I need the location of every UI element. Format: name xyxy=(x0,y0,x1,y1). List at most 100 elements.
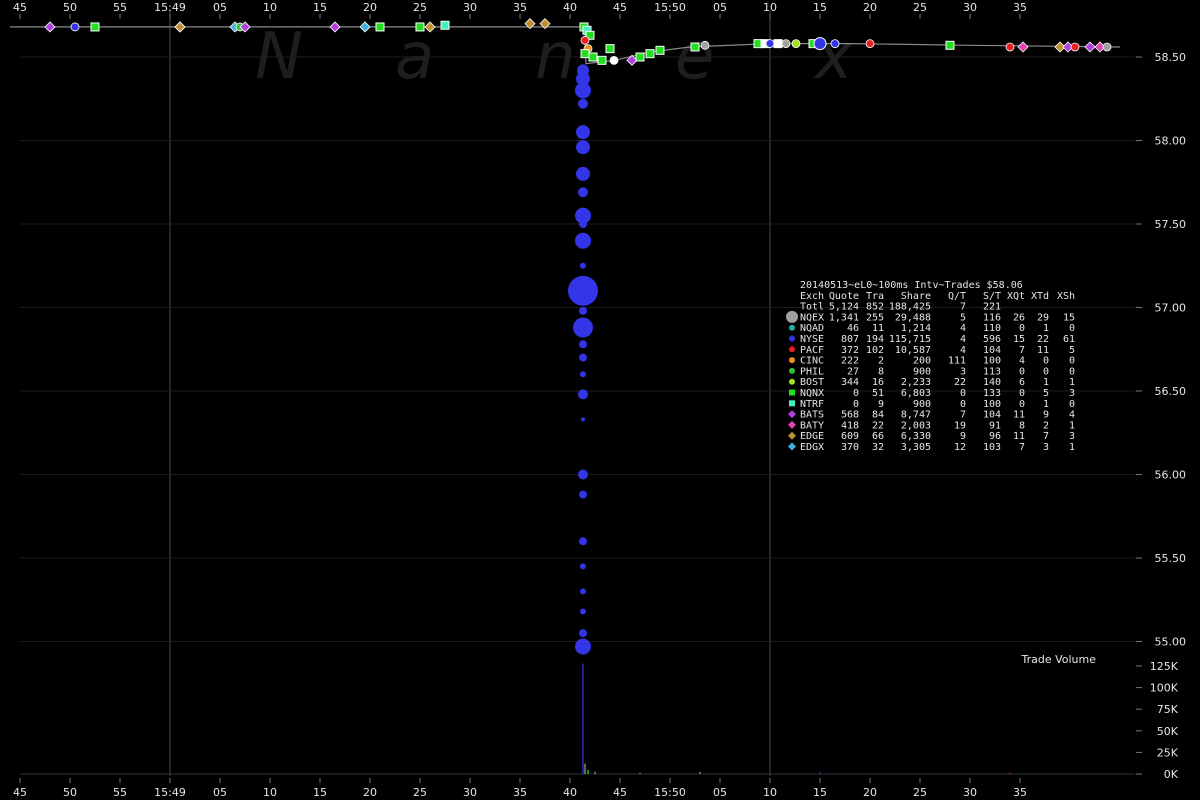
table-cell: 84 xyxy=(872,410,884,421)
volume-tick-label: 0K xyxy=(1164,768,1179,781)
table-cell: 852 xyxy=(866,302,884,313)
table-cell: 0 xyxy=(853,399,859,410)
nyse-trade-dot xyxy=(575,82,591,99)
table-cell: 104 xyxy=(983,410,1001,421)
table-cell: 8 xyxy=(1019,420,1025,431)
table-cell: 1,341 xyxy=(829,312,859,323)
x-tick-bottom: 15 xyxy=(313,786,327,799)
table-cell: 344 xyxy=(841,377,859,388)
x-tick-top: 20 xyxy=(363,1,377,14)
table-cell: 222 xyxy=(841,356,859,367)
venue-trade-marker xyxy=(773,39,783,49)
table-row-name: BATY xyxy=(800,420,824,431)
x-tick-top: 50 xyxy=(63,1,77,14)
x-tick-top: 30 xyxy=(463,1,477,14)
table-cell: 0 xyxy=(1019,323,1025,334)
volume-tick-label: 125K xyxy=(1150,660,1179,673)
table-cell: 0 xyxy=(1069,323,1075,334)
table-cell: 3 xyxy=(1069,431,1075,442)
table-cell: 0 xyxy=(960,399,966,410)
table-cell: 418 xyxy=(841,420,859,431)
table-cell: 200 xyxy=(913,356,931,367)
table-row-name: BOST xyxy=(800,377,824,388)
table-cell: 115,715 xyxy=(889,334,931,345)
table-cell: 15 xyxy=(1063,312,1075,323)
table-cell: 27 xyxy=(847,366,859,377)
venue-trade-marker xyxy=(700,40,710,50)
venue-trade-marker xyxy=(1102,42,1112,52)
venue-trade-marker xyxy=(70,22,80,32)
x-tick-bottom: 20 xyxy=(363,786,377,799)
x-tick-bottom: 05 xyxy=(213,786,227,799)
nyse-trade-dot xyxy=(580,371,586,378)
table-row-name: BATS xyxy=(800,410,824,421)
table-row-name: EDGX xyxy=(800,442,824,453)
table-cell: 22 xyxy=(1037,334,1049,345)
x-tick-top: 15:49 xyxy=(154,1,186,14)
nyse-trade-dot xyxy=(581,417,585,422)
nyse-trade-dot xyxy=(580,608,586,615)
table-header-cell: Share xyxy=(901,291,931,302)
venue-trade-marker xyxy=(791,39,801,49)
table-cell: 133 xyxy=(983,388,1001,399)
table-cell: 8 xyxy=(878,366,884,377)
table-row-name: NYSE xyxy=(800,334,824,345)
venue-trade-marker xyxy=(635,52,645,62)
volume-bar xyxy=(639,772,641,774)
x-tick-top: 40 xyxy=(563,1,577,14)
volume-bar xyxy=(587,769,589,774)
x-tick-bottom: 25 xyxy=(413,786,427,799)
table-cell: 19 xyxy=(954,420,966,431)
table-marker xyxy=(789,324,795,331)
table-cell: 0 xyxy=(1069,356,1075,367)
venue-trade-marker xyxy=(580,35,590,45)
x-tick-top: 15 xyxy=(813,1,827,14)
table-cell: 22 xyxy=(954,377,966,388)
table-cell: 7 xyxy=(960,410,966,421)
table-cell: 596 xyxy=(983,334,1001,345)
volume-tick-label: 25K xyxy=(1157,746,1179,759)
venue-trade-marker xyxy=(655,45,665,55)
x-tick-top: 10 xyxy=(263,1,277,14)
x-tick-top: 05 xyxy=(213,1,227,14)
price-tick-label: 58.50 xyxy=(1155,51,1187,64)
volume-bar xyxy=(699,771,701,774)
table-cell: 6 xyxy=(1019,377,1025,388)
volume-bar xyxy=(582,663,584,774)
table-cell: 2,003 xyxy=(901,420,931,431)
x-tick-top: 15 xyxy=(313,1,327,14)
table-title: 20140513~eL0~100ms Intv~Trades $58.06 xyxy=(800,280,1023,291)
nyse-trade-dot xyxy=(580,563,586,570)
volume-tick-label: 50K xyxy=(1157,725,1179,738)
table-cell: 29,488 xyxy=(895,312,931,323)
nyse-trade-dot xyxy=(576,166,590,181)
nyse-trade-dot xyxy=(578,469,588,480)
table-cell: 7 xyxy=(1019,442,1025,453)
table-cell: 255 xyxy=(866,312,884,323)
venue-trade-marker xyxy=(1005,42,1015,52)
table-row-name: EDGE xyxy=(800,431,824,442)
table-cell: 9 xyxy=(1043,410,1049,421)
nyse-trade-dot xyxy=(575,232,591,249)
table-cell: 7 xyxy=(1019,345,1025,356)
table-cell: 0 xyxy=(853,388,859,399)
x-tick-bottom: 45 xyxy=(613,786,627,799)
x-tick-top: 20 xyxy=(863,1,877,14)
table-cell: 10,587 xyxy=(895,345,931,356)
table-cell: 3 xyxy=(960,366,966,377)
table-cell: 900 xyxy=(913,399,931,410)
table-cell: 194 xyxy=(866,334,884,345)
table-cell: 188,425 xyxy=(889,302,931,313)
table-cell: 96 xyxy=(989,431,1001,442)
table-cell: 110 xyxy=(983,323,1001,334)
price-tick-label: 56.00 xyxy=(1155,469,1187,482)
table-cell: 116 xyxy=(983,312,1001,323)
table-cell: 9 xyxy=(960,431,966,442)
table-cell: 140 xyxy=(983,377,1001,388)
table-cell: 0 xyxy=(1043,356,1049,367)
price-tick-label: 57.50 xyxy=(1155,218,1187,231)
nyse-trade-dot xyxy=(580,262,586,269)
x-tick-top: 55 xyxy=(113,1,127,14)
table-cell: 8,747 xyxy=(901,410,931,421)
x-tick-top: 25 xyxy=(413,1,427,14)
